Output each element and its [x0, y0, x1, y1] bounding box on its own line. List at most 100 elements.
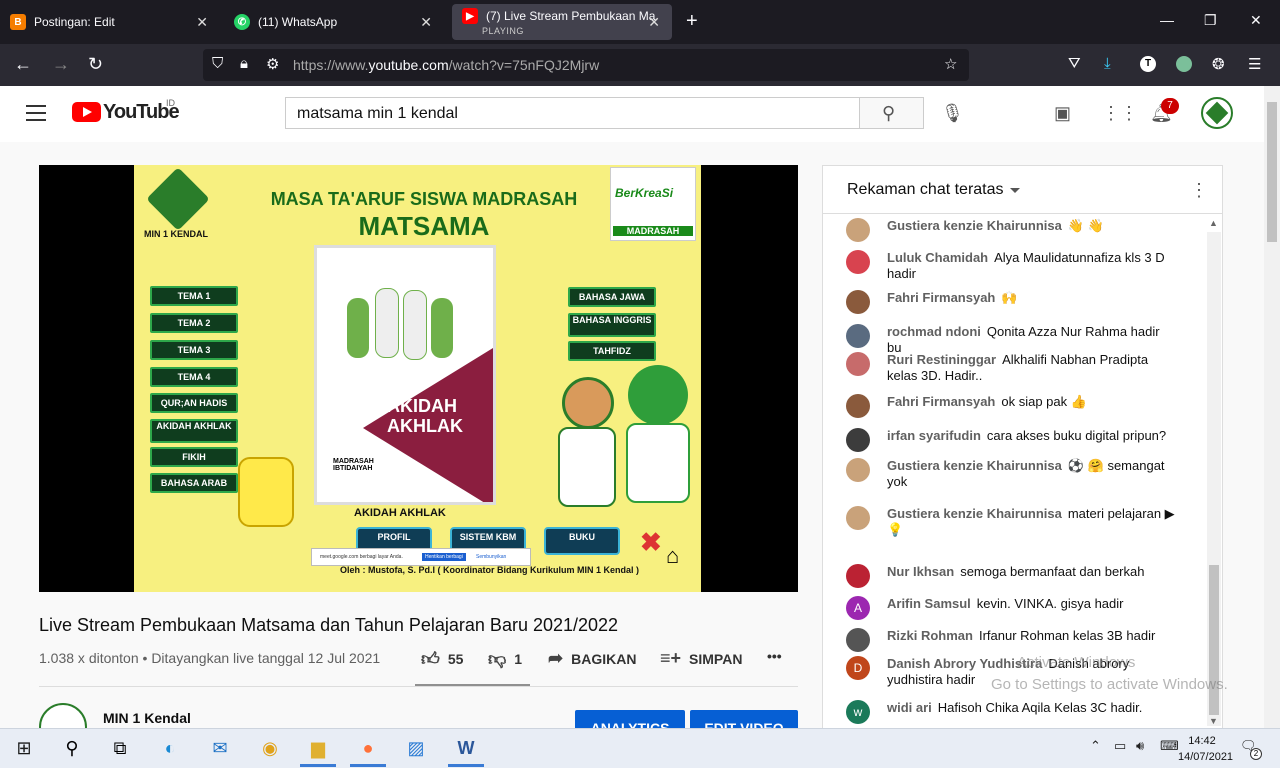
- chat-avatar[interactable]: A: [846, 596, 870, 620]
- file-explorer-icon[interactable]: ▆: [306, 736, 330, 760]
- save-button[interactable]: ≡+ SIMPAN: [660, 648, 742, 669]
- share-button[interactable]: ➦ BAGIKAN: [548, 648, 636, 669]
- chat-avatar[interactable]: [846, 290, 870, 314]
- url-text[interactable]: https://www.youtube.com/watch?v=75nFQJ2M…: [293, 57, 599, 73]
- restore-icon[interactable]: ❐: [1204, 12, 1217, 29]
- shield-icon[interactable]: ⛉: [212, 55, 223, 72]
- chat-avatar[interactable]: [846, 428, 870, 452]
- edge-icon[interactable]: ◐: [158, 736, 182, 760]
- chat-message: Gustiera kenzie Khairunnisa materi pelaja…: [846, 506, 1176, 538]
- chat-avatar[interactable]: [846, 324, 870, 348]
- chat-author[interactable]: Arifin Samsul: [887, 596, 971, 611]
- search-value[interactable]: matsama min 1 kendal: [297, 105, 458, 123]
- scroll-down-icon[interactable]: ▼: [1209, 716, 1218, 726]
- kemenag-logo: [146, 167, 210, 231]
- chat-text: 👋 👋: [1067, 218, 1104, 233]
- chat-author[interactable]: Gustiera kenzie Khairunnisa: [887, 506, 1062, 521]
- chat-avatar[interactable]: D: [846, 656, 870, 680]
- tab-title: (11) WhatsApp: [258, 15, 338, 29]
- page-scrollbar[interactable]: [1264, 86, 1280, 728]
- chat-author[interactable]: Rizki Rohman: [887, 628, 973, 643]
- microphone-icon[interactable]: 🎙︎: [941, 103, 964, 124]
- scroll-up-icon[interactable]: ▲: [1209, 218, 1218, 228]
- chat-text: cara akses buku digital pripun?: [986, 428, 1167, 443]
- volume-icon[interactable]: 🔊︎: [1136, 738, 1144, 754]
- tray-chevron-icon[interactable]: ⌃: [1090, 738, 1101, 754]
- word-icon[interactable]: W: [454, 736, 478, 760]
- chat-avatar[interactable]: [846, 506, 870, 530]
- tab-youtube-active[interactable]: ▶ (7) Live Stream Pembukaan Ma PLAYING ✕: [452, 4, 672, 40]
- chevron-down-icon[interactable]: [1010, 188, 1020, 193]
- close-window-icon[interactable]: ✕: [1250, 12, 1262, 29]
- notification-badge: 7: [1161, 98, 1179, 114]
- windows-start-icon[interactable]: ⊞: [12, 736, 36, 760]
- chat-author[interactable]: irfan syarifudin: [887, 428, 981, 443]
- menu-icon[interactable]: ☰: [1248, 55, 1261, 73]
- chat-author[interactable]: Fahri Firmansyah: [887, 394, 995, 409]
- chat-author[interactable]: Fahri Firmansyah: [887, 290, 995, 305]
- more-vert-icon[interactable]: ⋮: [1190, 180, 1208, 201]
- slide-button-fikih: FIKIH: [150, 447, 238, 467]
- dislike-button[interactable]: 👎︎ 1: [488, 648, 522, 670]
- chat-author[interactable]: Luluk Chamidah: [887, 250, 988, 265]
- chat-text: 🙌: [1001, 290, 1018, 305]
- language-icon[interactable]: ⌨: [1160, 738, 1179, 754]
- chat-author[interactable]: widi ari: [887, 700, 932, 715]
- chat-avatar[interactable]: [846, 564, 870, 588]
- firefox-icon[interactable]: ●: [356, 736, 380, 760]
- chrome-icon[interactable]: ◉: [258, 736, 282, 760]
- task-view-icon[interactable]: ⧉: [108, 736, 132, 760]
- like-button[interactable]: 👍︎ 55: [421, 648, 463, 670]
- hamburger-menu-icon[interactable]: [26, 105, 46, 121]
- tab-whatsapp[interactable]: ✆ (11) WhatsApp ✕: [234, 0, 444, 44]
- chat-author[interactable]: Gustiera kenzie Khairunnisa: [887, 458, 1062, 473]
- chat-header[interactable]: Rekaman chat teratas: [847, 181, 1004, 199]
- chat-avatar[interactable]: [846, 628, 870, 652]
- mail-icon[interactable]: ✉: [208, 736, 232, 760]
- chat-avatar[interactable]: w: [846, 700, 870, 724]
- network-icon[interactable]: ▭: [1114, 738, 1126, 754]
- close-icon[interactable]: ✕: [196, 14, 208, 31]
- chat-avatar[interactable]: [846, 458, 870, 482]
- slide-button-akidah: AKIDAH AKHLAK: [150, 419, 238, 443]
- back-icon[interactable]: ←: [14, 54, 32, 75]
- search-icon[interactable]: ⚲: [60, 736, 84, 760]
- minimize-icon[interactable]: —: [1160, 12, 1174, 28]
- channel-name[interactable]: MIN 1 Kendal: [103, 710, 191, 726]
- system-clock[interactable]: 14:42 14/07/2021: [1178, 733, 1233, 765]
- account-avatar[interactable]: [1201, 97, 1233, 129]
- extension-green-icon[interactable]: [1176, 56, 1192, 72]
- bookmark-star-icon[interactable]: ☆: [944, 55, 957, 73]
- chat-author[interactable]: Ruri Restininggar: [887, 352, 996, 367]
- tab-blogger[interactable]: B Postingan: Edit ✕: [10, 0, 220, 44]
- new-tab-button[interactable]: +: [686, 10, 698, 33]
- download-icon[interactable]: ⤓: [1104, 55, 1111, 72]
- chat-avatar[interactable]: [846, 352, 870, 376]
- extension-t-icon[interactable]: T: [1140, 56, 1156, 72]
- chat-author[interactable]: rochmad ndoni: [887, 324, 981, 339]
- reload-icon[interactable]: ↻: [88, 54, 103, 75]
- slide-button-quran-hadis: QUR;AN HADIS: [150, 393, 238, 413]
- slide-button-tema-1: TEMA 1: [150, 286, 238, 306]
- chat-avatar[interactable]: [846, 394, 870, 418]
- extension-color-icon[interactable]: ❂: [1212, 55, 1225, 73]
- slide-logo-label: MIN 1 KENDAL: [144, 229, 209, 239]
- search-icon[interactable]: ⚲: [882, 103, 895, 124]
- lock-icon[interactable]: 🔒︎: [240, 55, 248, 72]
- apps-grid-icon[interactable]: ⋮⋮: [1102, 103, 1138, 124]
- chat-text: semoga bermanfaat dan berkah: [960, 564, 1145, 579]
- youtube-logo-icon[interactable]: [72, 102, 101, 122]
- chat-avatar[interactable]: [846, 250, 870, 274]
- chat-author[interactable]: Gustiera kenzie Khairunnisa: [887, 218, 1062, 233]
- forward-icon[interactable]: →: [52, 54, 70, 75]
- activate-windows-watermark: Activate Windows Go to Settings to activ…: [991, 654, 1228, 693]
- chat-avatar[interactable]: [846, 218, 870, 242]
- create-video-icon[interactable]: ▣: [1054, 103, 1071, 124]
- permissions-icon[interactable]: ⚙: [266, 55, 279, 73]
- close-icon[interactable]: ✕: [420, 14, 432, 31]
- more-actions-button[interactable]: •••: [767, 648, 782, 664]
- photos-icon[interactable]: ▨: [404, 736, 428, 760]
- pocket-icon[interactable]: ⛛: [1068, 55, 1081, 72]
- close-icon[interactable]: ✕: [648, 14, 660, 31]
- chat-author[interactable]: Nur Ikhsan: [887, 564, 954, 579]
